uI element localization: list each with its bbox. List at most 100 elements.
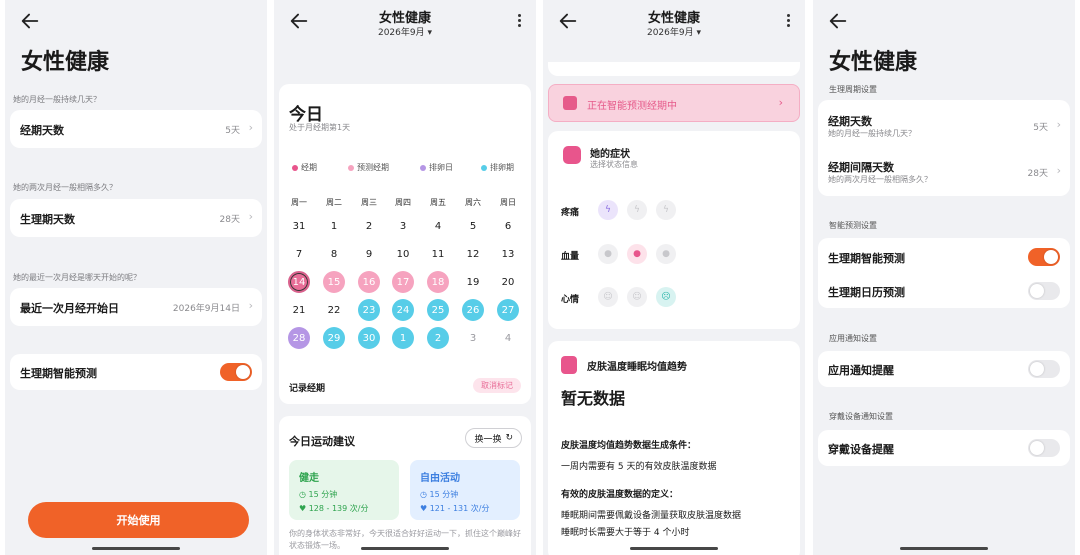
- wearable-notification-card: 穿戴设备提醒: [818, 430, 1070, 466]
- weekday-label: 周一: [291, 198, 307, 207]
- calendar-day[interactable]: 31: [288, 215, 310, 237]
- chevron-right-icon: ›: [248, 121, 253, 134]
- mood-sad-icon[interactable]: ☹: [656, 287, 676, 307]
- exercise-time: ◷ 15 分钟: [299, 490, 338, 499]
- calendar-day[interactable]: 4: [497, 327, 519, 349]
- row-value: 5天: [225, 126, 240, 136]
- flow-medium-icon[interactable]: ●: [627, 244, 647, 264]
- calendar-day[interactable]: 10: [392, 243, 414, 265]
- prediction-banner[interactable]: 正在智能预测经期中 ›: [548, 84, 800, 122]
- calendar-day[interactable]: 4: [427, 215, 449, 237]
- start-button[interactable]: 开始使用: [28, 502, 249, 538]
- row-label: 应用通知提醒: [828, 364, 894, 377]
- row-value: 28天: [1027, 169, 1048, 179]
- calendar-day[interactable]: 5: [462, 215, 484, 237]
- weekday-label: 周二: [326, 198, 342, 207]
- section-prediction-settings: 智能预测设置: [829, 221, 877, 230]
- definition-text-1: 睡眠期间需要佩戴设备测量获取皮肤温度数据: [561, 511, 742, 521]
- calendar-day[interactable]: 2: [358, 215, 380, 237]
- calendar-day[interactable]: 24: [392, 299, 414, 321]
- flow-light-icon[interactable]: ●: [598, 244, 618, 264]
- calendar-day[interactable]: 16: [358, 271, 380, 293]
- calendar-day[interactable]: 30: [358, 327, 380, 349]
- row-cycle-gap-days[interactable]: 经期间隔天数 她的两次月经一般相隔多久？ 28天 ›: [818, 148, 1070, 196]
- calendar-day[interactable]: 20: [497, 271, 519, 293]
- row-cycle-days[interactable]: 生理期天数 28天 ›: [10, 199, 262, 237]
- row-label: 生理期日历预测: [828, 286, 905, 299]
- hint-cycle-gap: 她的两次月经一般相隔多久？: [13, 183, 117, 192]
- calendar-day[interactable]: 1: [392, 327, 414, 349]
- hint-period-duration: 她的月经一般持续几天？: [13, 95, 101, 104]
- calendar-day[interactable]: 18: [427, 271, 449, 293]
- month-selector[interactable]: 2026年9月 ▾: [274, 25, 536, 38]
- row-label: 经期间隔天数: [828, 161, 894, 174]
- mood-neutral-icon[interactable]: ☺: [627, 287, 647, 307]
- chevron-right-icon: ›: [1056, 118, 1061, 131]
- symptom-mood-label: 心情: [561, 295, 580, 305]
- symptom-flow-label: 血量: [561, 252, 580, 262]
- pain-level-1-icon[interactable]: ϟ: [598, 200, 618, 220]
- definition-title: 有效的皮肤温度数据的定义：: [561, 490, 679, 500]
- calendar-day[interactable]: 3: [392, 215, 414, 237]
- wearable-notification-toggle[interactable]: [1028, 439, 1060, 457]
- calendar-day[interactable]: 17: [392, 271, 414, 293]
- screen-symptoms: 女性健康 2026年9月 ▾ 正在智能预测经期中 › 她的症状 选择状态信息 疼…: [543, 0, 805, 555]
- calendar-day[interactable]: 19: [462, 271, 484, 293]
- calendar-prediction-toggle[interactable]: [1028, 282, 1060, 300]
- home-indicator: [361, 547, 449, 550]
- today-status: 处于月经期第1天: [289, 123, 351, 132]
- exercise-walk[interactable]: 健走 ◷ 15 分钟 ♥ 128 - 139 次/分: [289, 460, 399, 520]
- calendar-day[interactable]: 27: [497, 299, 519, 321]
- calendar-day[interactable]: 21: [288, 299, 310, 321]
- home-indicator: [92, 547, 180, 550]
- calendar-day[interactable]: 14: [288, 271, 310, 293]
- calendar-day[interactable]: 7: [288, 243, 310, 265]
- row-last-period-date[interactable]: 最近一次月经开始日 2026年9月14日 ›: [10, 288, 262, 326]
- app-notification-toggle[interactable]: [1028, 360, 1060, 378]
- calendar-day[interactable]: 8: [323, 243, 345, 265]
- row-period-days[interactable]: 经期天数 5天 ›: [10, 110, 262, 148]
- exercise-name: 健走: [299, 473, 319, 484]
- pain-level-2-icon[interactable]: ϟ: [627, 200, 647, 220]
- calendar-day[interactable]: 2: [427, 327, 449, 349]
- more-options-icon[interactable]: [787, 14, 791, 28]
- unmark-button[interactable]: 取消标记: [473, 378, 521, 393]
- calendar-day[interactable]: 13: [497, 243, 519, 265]
- pain-level-3-icon[interactable]: ϟ: [656, 200, 676, 220]
- caret-down-icon: ▾: [696, 28, 702, 38]
- flow-heavy-icon[interactable]: ●: [656, 244, 676, 264]
- row-period-days[interactable]: 经期天数 她的月经一般持续几天？ 5天 ›: [818, 100, 1070, 148]
- exercise-free[interactable]: 自由活动 ◷ 15 分钟 ♥ 121 - 131 次/分: [410, 460, 520, 520]
- page-title: 女性健康: [378, 11, 431, 26]
- calendar-day[interactable]: 23: [358, 299, 380, 321]
- calendar-day[interactable]: 29: [323, 327, 345, 349]
- chevron-right-icon: ›: [248, 299, 253, 312]
- calendar-day[interactable]: 6: [497, 215, 519, 237]
- more-options-icon[interactable]: [518, 14, 522, 28]
- calendar-day[interactable]: 9: [358, 243, 380, 265]
- calendar-day[interactable]: 15: [323, 271, 345, 293]
- calendar-day[interactable]: 11: [427, 243, 449, 265]
- legend-dot: [481, 164, 487, 171]
- chevron-right-icon: ›: [248, 210, 253, 223]
- mood-happy-icon[interactable]: ☺: [598, 287, 618, 307]
- calendar-day[interactable]: 12: [462, 243, 484, 265]
- calendar-day[interactable]: 28: [288, 327, 310, 349]
- smart-prediction-toggle[interactable]: [1028, 248, 1060, 266]
- row-label: 经期天数: [828, 115, 872, 128]
- calendar-day[interactable]: 22: [323, 299, 345, 321]
- back-arrow-icon[interactable]: [19, 10, 41, 32]
- smart-prediction-toggle[interactable]: [220, 363, 252, 381]
- calendar-day[interactable]: 26: [462, 299, 484, 321]
- refresh-icon: ↻: [505, 433, 513, 443]
- month-selector[interactable]: 2026年9月 ▾: [543, 25, 805, 38]
- swap-button[interactable]: 换一换 ↻: [465, 428, 522, 448]
- calendar-day[interactable]: 3: [462, 327, 484, 349]
- calendar-day[interactable]: 1: [323, 215, 345, 237]
- legend-ovulation-period: 排卵期: [481, 162, 514, 173]
- legend-ovulation-day: 排卵日: [420, 162, 453, 173]
- caret-down-icon: ▾: [427, 28, 433, 38]
- back-arrow-icon[interactable]: [827, 10, 849, 32]
- calendar-day[interactable]: 25: [427, 299, 449, 321]
- page-title: 女性健康: [647, 11, 700, 26]
